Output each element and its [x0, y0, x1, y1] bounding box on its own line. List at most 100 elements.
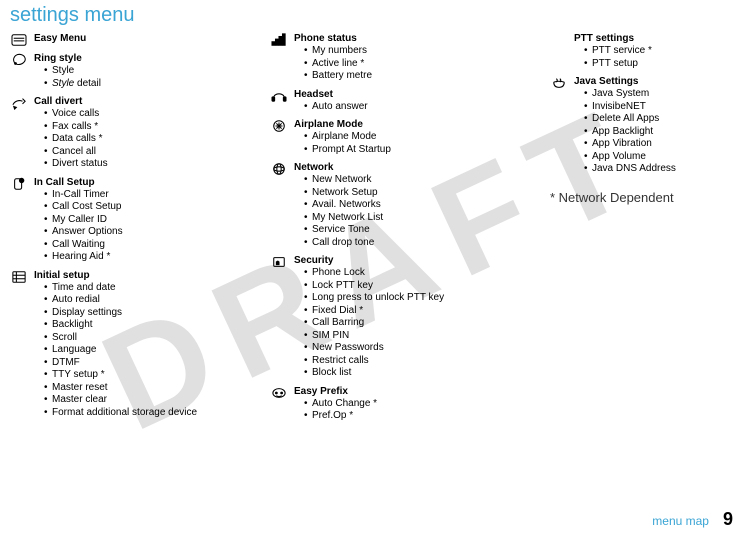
group-items: PTT service *PTT setup	[574, 45, 730, 70]
list-item: Restrict calls	[304, 355, 530, 368]
group-items: Time and dateAuto redialDisplay settings…	[34, 282, 250, 420]
list-item: My numbers	[304, 45, 530, 58]
group-heading: Headset	[294, 89, 530, 101]
list-item: My Caller ID	[44, 214, 250, 227]
group-heading: Security	[294, 255, 530, 267]
list-item: Language	[44, 344, 250, 357]
group-heading: Airplane Mode	[294, 119, 530, 131]
list-item: Auto Change *	[304, 398, 530, 411]
group-body: HeadsetAuto answer	[294, 89, 530, 114]
group-body: NetworkNew NetworkNetwork SetupAvail. Ne…	[294, 162, 530, 249]
group-items: Phone LockLock PTT keyLong press to unlo…	[294, 267, 530, 380]
settings-group: HeadsetAuto answer	[270, 89, 530, 114]
list-item: Hearing Aid *	[44, 251, 250, 264]
column-2: Phone statusMy numbersActive line *Batte…	[270, 33, 530, 429]
list-item: Master clear	[44, 394, 250, 407]
column-1: Easy MenuRing styleStyleStyle detailCall…	[10, 33, 250, 429]
group-heading: Call divert	[34, 96, 250, 108]
list-item: Answer Options	[44, 226, 250, 239]
settings-group: C In Call SetupIn-Call TimerCall Cost Set…	[10, 177, 250, 264]
group-items: New NetworkNetwork SetupAvail. NetworksM…	[294, 174, 530, 249]
group-items: Voice callsFax calls *Data calls *Cancel…	[34, 108, 250, 171]
list-item: Call Cost Setup	[44, 201, 250, 214]
list-item: Long press to unlock PTT key	[304, 292, 530, 305]
list-item: Scroll	[44, 332, 250, 345]
footer-label: menu map	[652, 514, 709, 528]
settings-group: Ring styleStyleStyle detail	[10, 53, 250, 90]
group-items: Auto answer	[294, 101, 530, 114]
group-body: Ring styleStyleStyle detail	[34, 53, 250, 90]
list-item: Delete All Apps	[584, 113, 730, 126]
icon-spacer	[550, 33, 568, 47]
java-icon	[550, 76, 568, 90]
list-item: PTT service *	[584, 45, 730, 58]
list-item: Battery metre	[304, 70, 530, 83]
group-items: My numbersActive line *Battery metre	[294, 45, 530, 83]
group-body: PTT settingsPTT service *PTT setup	[574, 33, 730, 70]
list-item: Call Barring	[304, 317, 530, 330]
list-item: Style detail	[44, 78, 250, 91]
list-item: DTMF	[44, 357, 250, 370]
group-heading: Initial setup	[34, 270, 250, 282]
group-items: In-Call TimerCall Cost SetupMy Caller ID…	[34, 189, 250, 264]
settings-group: SecurityPhone LockLock PTT keyLong press…	[270, 255, 530, 380]
divert-icon	[10, 96, 28, 110]
group-items: Java SystemInvisibeNETDelete All AppsApp…	[574, 88, 730, 176]
group-heading: Java Settings	[574, 76, 730, 88]
list-item: New Network	[304, 174, 530, 187]
list-item: App Vibration	[584, 138, 730, 151]
list-item: Lock PTT key	[304, 280, 530, 293]
footer: menu map 9	[652, 509, 733, 530]
group-body: Java SettingsJava SystemInvisibeNETDelet…	[574, 76, 730, 176]
list-item: Auto answer	[304, 101, 530, 114]
list-item: Call drop tone	[304, 237, 530, 250]
settings-group: Airplane ModeAirplane ModePrompt At Star…	[270, 119, 530, 156]
list-item: Data calls *	[44, 133, 250, 146]
group-items: StyleStyle detail	[34, 65, 250, 90]
settings-group: PTT settingsPTT service *PTT setup	[550, 33, 730, 70]
group-heading: Phone status	[294, 33, 530, 45]
page-title: settings menu	[0, 0, 747, 29]
settings-group: Initial setupTime and dateAuto redialDis…	[10, 270, 250, 420]
list-item: Format additional storage device	[44, 407, 250, 420]
list-item: Call Waiting	[44, 239, 250, 252]
group-body: Initial setupTime and dateAuto redialDis…	[34, 270, 250, 420]
list-item: Divert status	[44, 158, 250, 171]
initial-icon	[10, 270, 28, 284]
list-item: Master reset	[44, 382, 250, 395]
list-item: Auto redial	[44, 294, 250, 307]
list-item: Active line *	[304, 58, 530, 71]
group-body: Easy PrefixAuto Change *Pref.Op *	[294, 386, 530, 423]
group-body: In Call SetupIn-Call TimerCall Cost Setu…	[34, 177, 250, 264]
settings-group: Call divertVoice callsFax calls *Data ca…	[10, 96, 250, 171]
list-item: SIM PIN	[304, 330, 530, 343]
list-item: Java DNS Address	[584, 163, 730, 176]
group-items: Airplane ModePrompt At Startup	[294, 131, 530, 156]
list-item: Service Tone	[304, 224, 530, 237]
settings-group: Java SettingsJava SystemInvisibeNETDelet…	[550, 76, 730, 176]
list-item: Style	[44, 65, 250, 78]
airplane-icon	[270, 119, 288, 133]
list-item: TTY setup *	[44, 369, 250, 382]
list-item: Airplane Mode	[304, 131, 530, 144]
prefix-icon	[270, 386, 288, 400]
list-item: Display settings	[44, 307, 250, 320]
security-icon	[270, 255, 288, 269]
list-item: Cancel all	[44, 146, 250, 159]
list-item: Network Setup	[304, 187, 530, 200]
svg-text:C: C	[21, 178, 23, 182]
content-columns: Easy MenuRing styleStyleStyle detailCall…	[0, 29, 747, 429]
ring-icon	[10, 53, 28, 67]
group-heading: PTT settings	[574, 33, 730, 45]
list-item: Fax calls *	[44, 121, 250, 134]
list-item: In-Call Timer	[44, 189, 250, 202]
list-item: Pref.Op *	[304, 410, 530, 423]
list-item: Prompt At Startup	[304, 144, 530, 157]
group-body: Phone statusMy numbersActive line *Batte…	[294, 33, 530, 83]
list-item: Block list	[304, 367, 530, 380]
group-heading: In Call Setup	[34, 177, 250, 189]
list-item: Backlight	[44, 319, 250, 332]
incall-icon: C	[10, 177, 28, 191]
group-items: Auto Change *Pref.Op *	[294, 398, 530, 423]
list-item: InvisibeNET	[584, 101, 730, 114]
